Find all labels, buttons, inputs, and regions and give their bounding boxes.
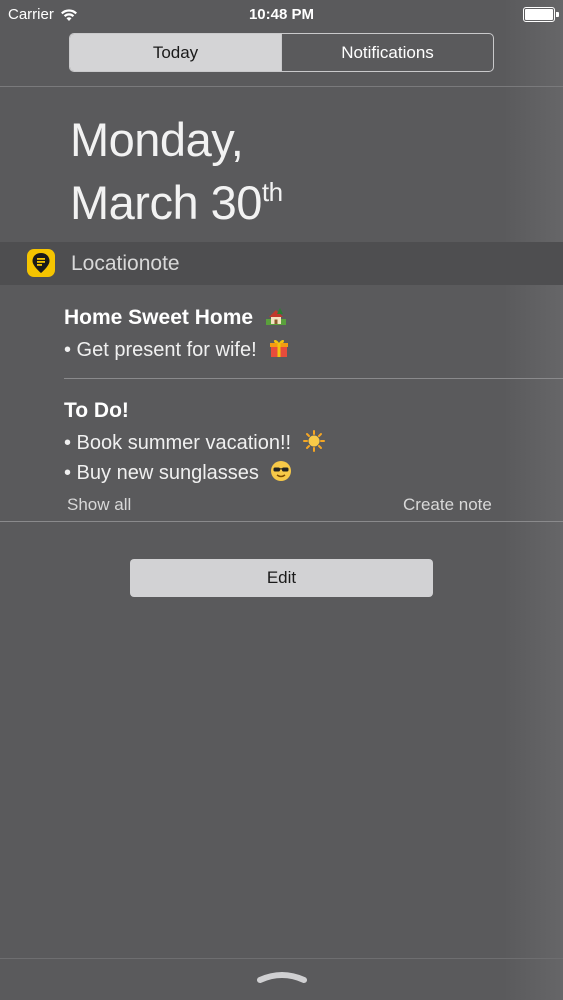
status-time: 10:48 PM bbox=[248, 6, 315, 23]
house-icon bbox=[265, 308, 286, 325]
show-all-link[interactable]: Show all bbox=[67, 495, 131, 515]
tab-notifications[interactable]: Notifications bbox=[281, 34, 493, 71]
note-item-text: • Buy new sunglasses bbox=[64, 462, 259, 484]
date-day-line: March 30th bbox=[70, 166, 283, 229]
note-title[interactable]: Home Sweet Home bbox=[64, 305, 287, 330]
gift-icon bbox=[270, 339, 289, 357]
app-icon bbox=[27, 249, 55, 277]
note-title-text: To Do! bbox=[64, 399, 129, 422]
grabber-icon[interactable] bbox=[257, 969, 307, 985]
note-title[interactable]: To Do! bbox=[64, 399, 129, 423]
background-blur bbox=[503, 0, 563, 1000]
note-item: • Get present for wife! bbox=[64, 337, 290, 362]
widget-header[interactable]: Locationote bbox=[0, 242, 563, 285]
widget-app-name: Locationote bbox=[71, 252, 180, 275]
grabber-divider bbox=[0, 958, 563, 959]
widget-bottom-divider bbox=[0, 521, 563, 522]
status-bar: Carrier 10:48 PM bbox=[0, 0, 563, 28]
header-divider bbox=[0, 86, 563, 87]
note-item: • Buy new sunglasses bbox=[64, 460, 292, 485]
sunglasses-face-icon bbox=[271, 461, 292, 481]
note-divider bbox=[64, 378, 563, 379]
date-weekday: Monday, bbox=[70, 113, 244, 166]
date-ordinal-suffix: th bbox=[261, 177, 283, 207]
today-notifications-segmented-control: Today Notifications bbox=[69, 33, 494, 72]
sun-icon bbox=[302, 430, 325, 452]
create-note-link[interactable]: Create note bbox=[403, 495, 492, 515]
edit-button[interactable]: Edit bbox=[130, 559, 433, 597]
note-item-text: • Book summer vacation!! bbox=[64, 432, 292, 454]
battery-icon bbox=[523, 7, 559, 22]
date-month-day: March 30 bbox=[70, 176, 262, 229]
date-heading: Monday, March 30th bbox=[70, 114, 283, 229]
tab-today[interactable]: Today bbox=[70, 34, 281, 71]
note-item: • Book summer vacation!! bbox=[64, 430, 325, 455]
note-title-text: Home Sweet Home bbox=[64, 306, 254, 329]
location-pin-icon bbox=[32, 253, 50, 273]
note-item-text: • Get present for wife! bbox=[64, 339, 257, 361]
